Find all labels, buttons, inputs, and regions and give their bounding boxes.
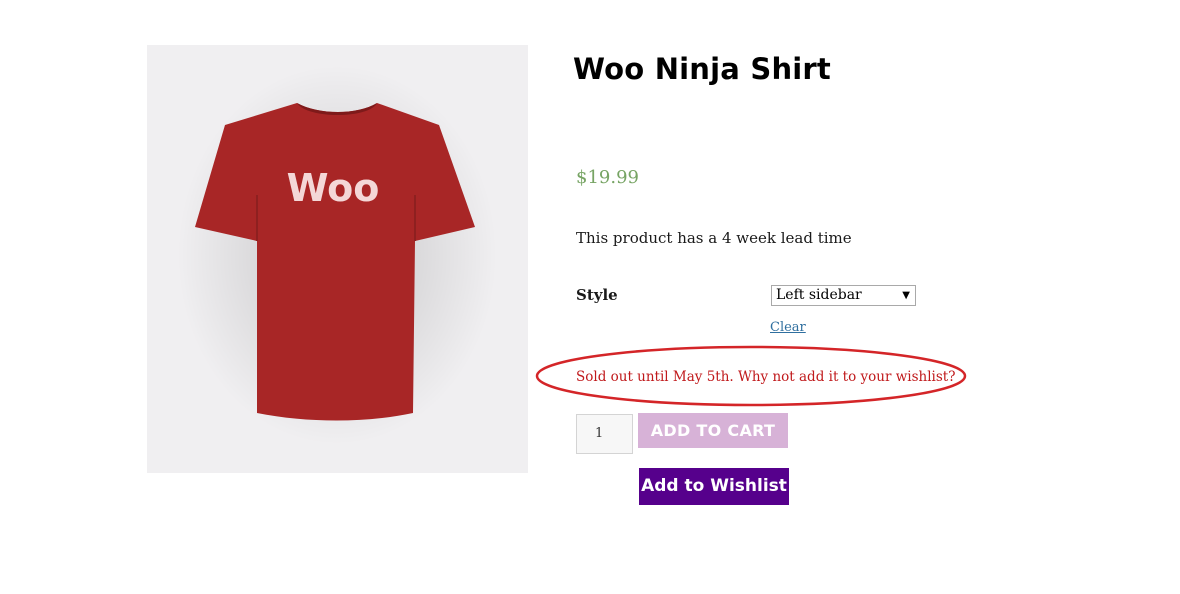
tshirt-image: Woo: [177, 65, 497, 445]
lead-time-note: This product has a 4 week lead time: [576, 229, 852, 247]
chevron-down-icon: ▼: [902, 290, 910, 301]
product-title: Woo Ninja Shirt: [573, 52, 831, 86]
product-price: $19.99: [576, 167, 639, 188]
quantity-input[interactable]: 1: [576, 414, 633, 454]
shirt-print-text: Woo: [287, 166, 380, 210]
style-select[interactable]: Left sidebar ▼: [771, 285, 916, 306]
add-to-wishlist-button[interactable]: Add to Wishlist: [639, 468, 789, 505]
product-image: Woo: [147, 45, 528, 473]
add-to-cart-button[interactable]: ADD TO CART: [638, 413, 788, 448]
clear-link[interactable]: Clear: [770, 320, 806, 335]
style-select-value: Left sidebar: [776, 287, 862, 303]
stock-message: Sold out until May 5th. Why not add it t…: [576, 369, 956, 385]
style-label: Style: [576, 286, 618, 304]
